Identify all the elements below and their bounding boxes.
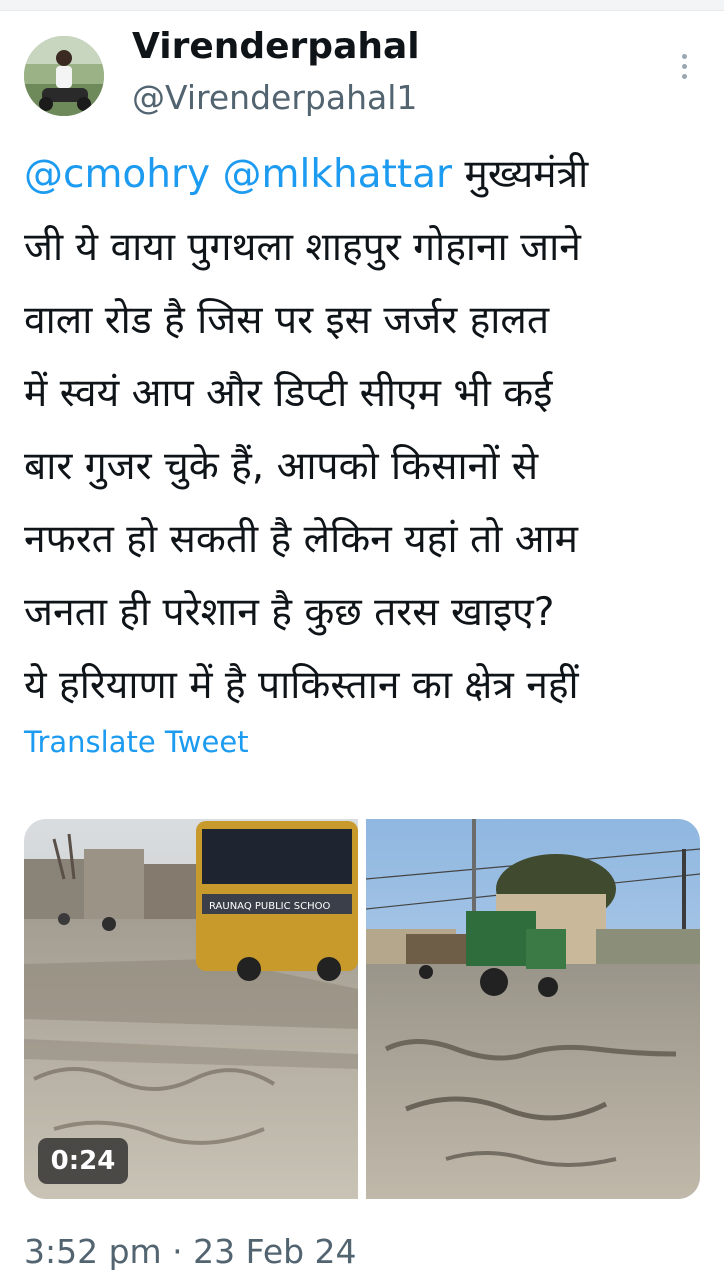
top-divider bbox=[0, 0, 724, 11]
bus-lettering: RAUNAQ PUBLIC SCHOO bbox=[209, 901, 331, 912]
tweet-line-5: बार गुजर चुके हैं, आपको किसानों से bbox=[24, 444, 539, 489]
tweet-line-1: @cmohry @mlkhattar मुख्यमंत्री bbox=[24, 138, 714, 211]
tweet-line-3: वाला रोड है जिस पर इस जर्जर हालत bbox=[24, 298, 550, 343]
photo-thumbnail[interactable] bbox=[366, 819, 700, 1199]
tweet-timestamp[interactable]: 3:52 pm · 23 Feb 24 bbox=[24, 1232, 357, 1271]
tweet-line-1-text: मुख्यमंत्री bbox=[464, 152, 589, 197]
tweet-text: @cmohry @mlkhattar मुख्यमंत्री जी ये वाय… bbox=[24, 138, 714, 722]
mention-mlkhattar[interactable]: @mlkhattar bbox=[223, 152, 453, 197]
tweet-line-7: जनता ही परेशान है कुछ तरस खाइए? bbox=[24, 590, 555, 635]
tweet-line-6: नफरत हो सकती है लेकिन यहां तो आम bbox=[24, 517, 578, 562]
mention-cmohry[interactable]: @cmohry bbox=[24, 152, 210, 197]
translate-tweet-link[interactable]: Translate Tweet bbox=[24, 725, 249, 759]
more-options-icon[interactable] bbox=[672, 54, 696, 86]
author-avatar[interactable] bbox=[24, 36, 104, 116]
tweet-line-2: जी ये वाया पुगथला शाहपुर गोहाना जाने bbox=[24, 225, 581, 270]
video-duration-badge: 0:24 bbox=[38, 1138, 128, 1184]
tweet-line-8: ये हरियाणा में है पाकिस्तान का क्षेत्र न… bbox=[24, 663, 579, 708]
author-name[interactable]: Virenderpahal bbox=[132, 26, 420, 67]
author-handle[interactable]: @Virenderpahal1 bbox=[132, 78, 417, 117]
tweet-line-4: में स्वयं आप और डिप्टी सीएम भी कई bbox=[24, 371, 553, 416]
